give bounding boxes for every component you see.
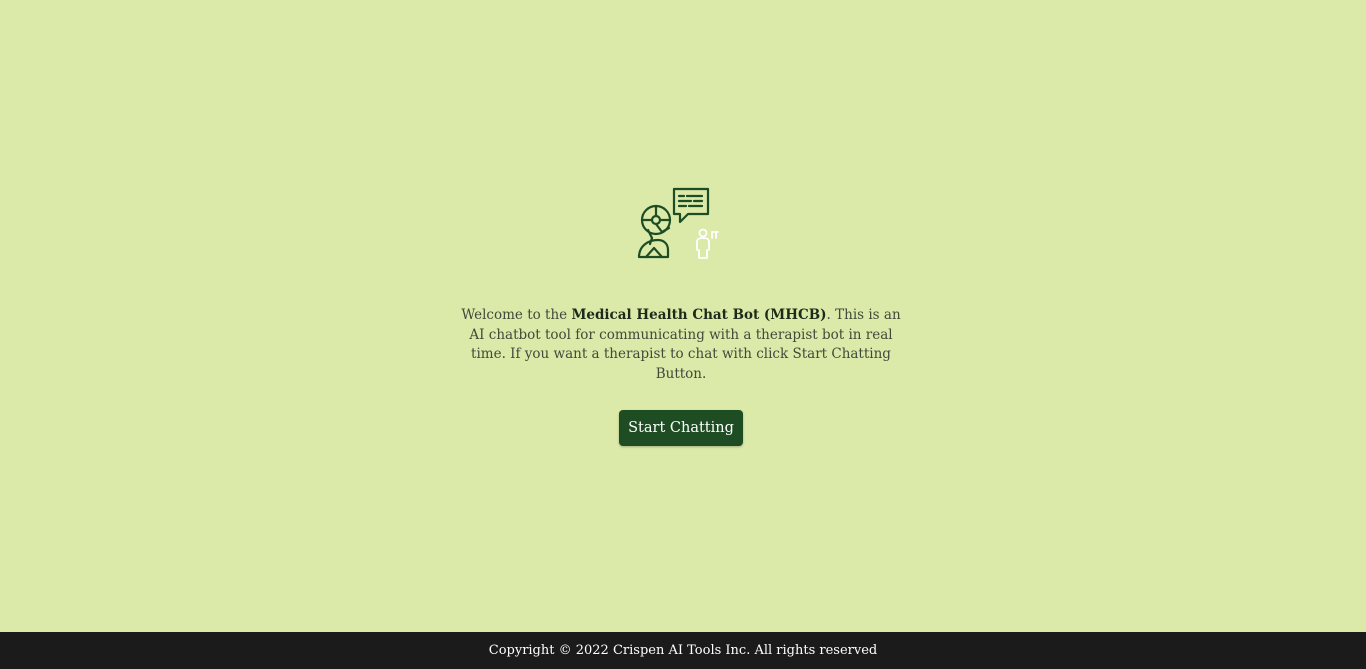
page: Welcome to the Medical Health Chat Bot (…	[0, 0, 1366, 669]
main-content: Welcome to the Medical Health Chat Bot (…	[0, 0, 1366, 632]
welcome-prefix: Welcome to the	[461, 307, 572, 323]
welcome-text: Welcome to the Medical Health Chat Bot (…	[453, 306, 909, 384]
app-name: Medical Health Chat Bot (MHCB)	[571, 307, 827, 323]
footer: Copyright © 2022 Crispen AI Tools Inc. A…	[0, 632, 1366, 669]
copyright-text: Copyright © 2022 Crispen AI Tools Inc. A…	[488, 643, 878, 658]
start-chatting-button[interactable]: Start Chatting	[619, 410, 743, 446]
ai-therapist-chat-icon	[637, 187, 719, 259]
